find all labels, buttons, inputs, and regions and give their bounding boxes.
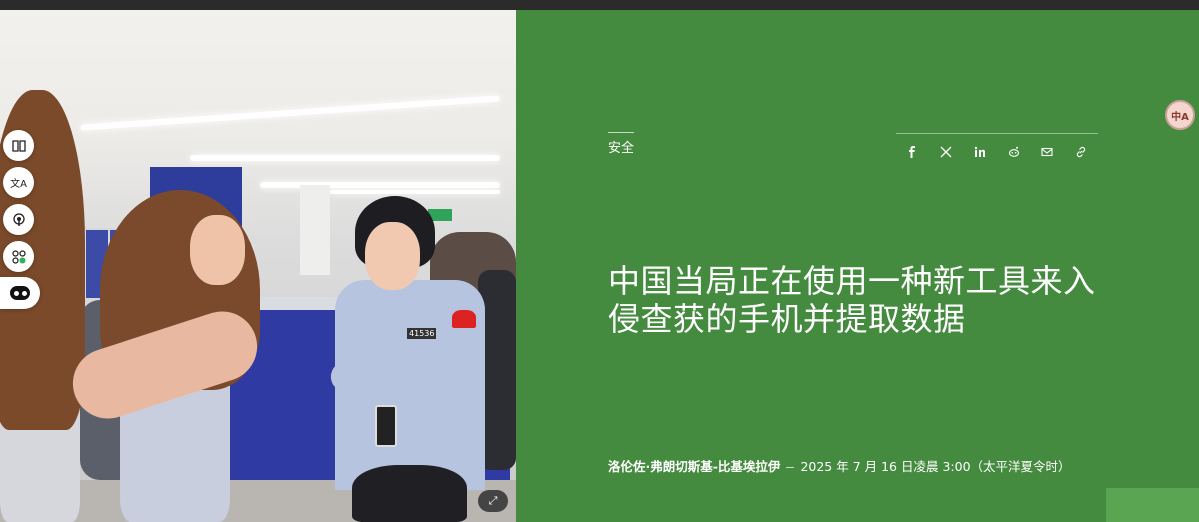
book-icon[interactable]	[3, 130, 34, 161]
publish-date: 2025 年 7 月 16 日凌晨 3:00（太平洋夏令时）	[800, 459, 1071, 474]
officer-face	[365, 222, 420, 290]
ceiling-light	[80, 95, 500, 131]
pillar	[300, 185, 330, 275]
traveler-face	[190, 215, 245, 285]
reddit-icon[interactable]	[1007, 145, 1021, 159]
article-headline: 中国当局正在使用一种新工具来入侵查获的手机并提取数据	[608, 262, 1096, 338]
ceiling-light	[260, 182, 500, 188]
ceiling-light	[190, 155, 500, 161]
byline: 洛伦佐·弗朗切斯基-比基埃拉伊 2025 年 7 月 16 日凌晨 3:00（太平…	[608, 456, 1071, 475]
byline-separator	[786, 467, 795, 468]
translate-icon[interactable]: 文A	[3, 167, 34, 198]
expand-image-icon[interactable]: ⤢	[478, 490, 508, 512]
podcast-icon[interactable]	[3, 204, 34, 235]
article-header-panel: 安全 中国当局正在使用一种新工具来入侵查获的手机并提取数据 洛伦佐·弗朗切斯基-…	[516, 10, 1199, 522]
category-rule	[608, 132, 634, 133]
author-link[interactable]: 洛伦佐·弗朗切斯基-比基埃拉伊	[608, 459, 780, 474]
browser-top-bar	[0, 0, 1199, 10]
accent-block	[1106, 488, 1199, 522]
category-link[interactable]: 安全	[608, 137, 634, 156]
share-divider	[896, 133, 1098, 134]
facebook-icon[interactable]	[905, 145, 919, 159]
officer-number: 41536	[407, 328, 437, 339]
linkedin-icon[interactable]	[973, 145, 987, 159]
officer-pants	[352, 465, 467, 522]
apps-icon[interactable]	[3, 241, 34, 272]
x-icon[interactable]	[939, 145, 953, 159]
assistant-bot-icon[interactable]	[0, 277, 40, 309]
link-icon[interactable]	[1074, 145, 1088, 159]
ceiling-light	[330, 190, 500, 194]
flag-patch	[452, 310, 476, 328]
translate-extension-icon[interactable]: 中A	[1165, 100, 1195, 130]
mail-icon[interactable]	[1040, 145, 1054, 159]
article-hero-photo: 41536 ⤢	[0, 10, 516, 522]
id-badge	[375, 405, 397, 447]
